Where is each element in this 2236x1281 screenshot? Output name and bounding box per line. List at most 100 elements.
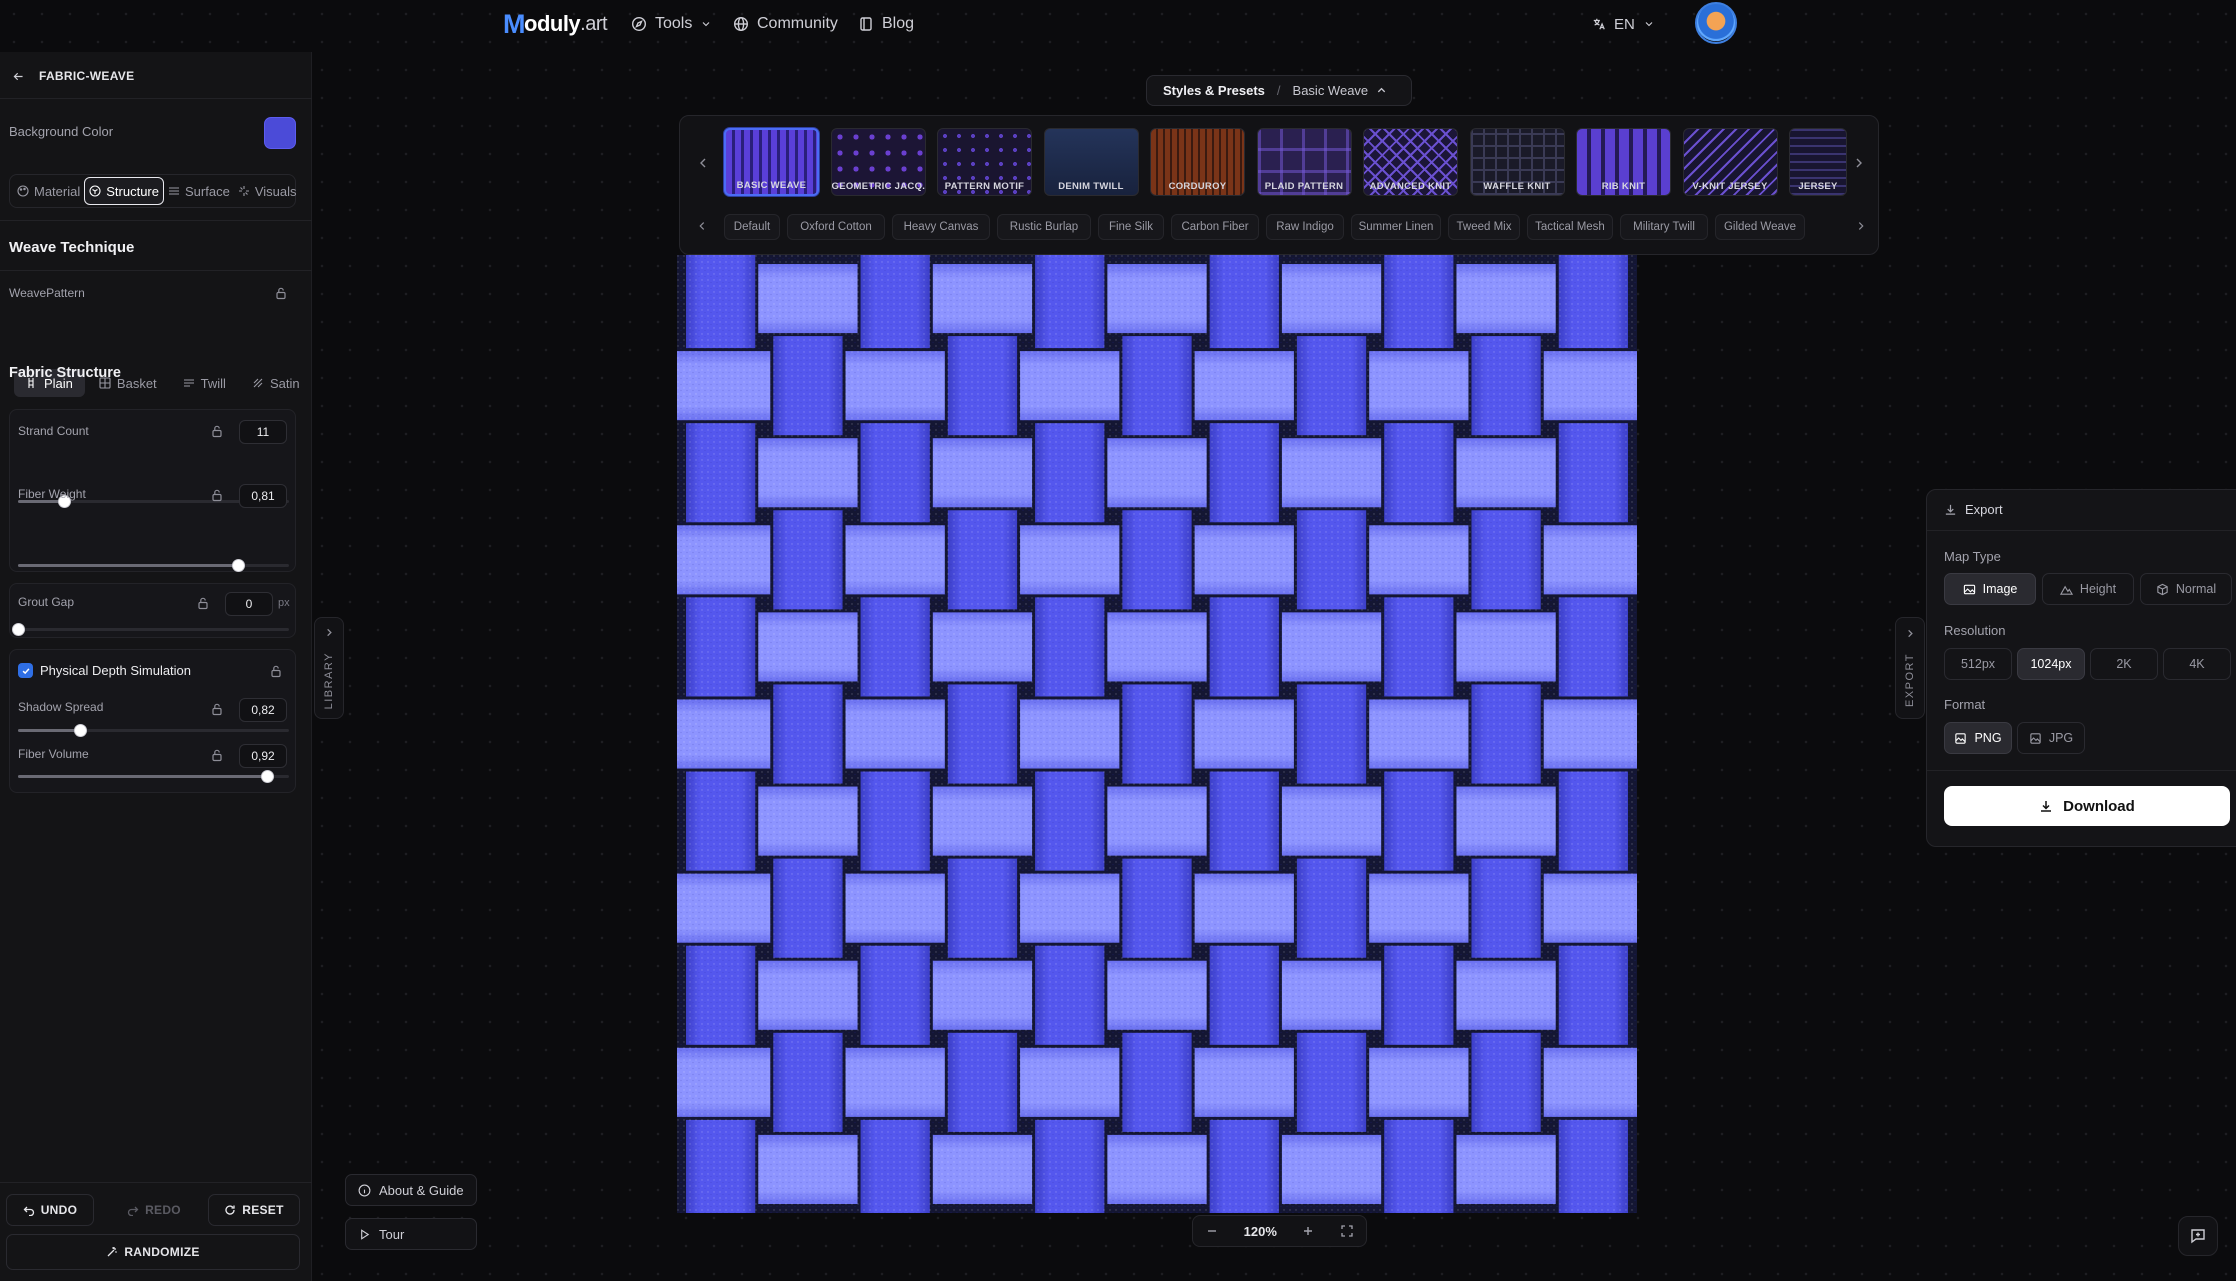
strand-count-input[interactable]: 11 [239,420,287,444]
chevron-right-icon [324,627,335,638]
tab-surface[interactable]: Surface [164,177,234,205]
preset-chip[interactable]: Gilded Weave [1715,214,1805,240]
about-guide-button[interactable]: About & Guide [345,1174,477,1206]
fiber-weight-slider[interactable] [18,559,289,572]
style-thumb[interactable]: RIB KNIT [1576,128,1671,196]
nav-community[interactable]: Community [733,10,838,38]
preset-chip[interactable]: Summer Linen [1351,214,1441,240]
preset-chip[interactable]: Default [724,214,780,240]
style-thumb[interactable]: PLAID PATTERN [1256,128,1352,196]
grout-gap-slider[interactable] [12,623,289,636]
zoom-level: 120% [1243,1223,1277,1239]
tab-material-label: Material [34,183,81,199]
fullscreen-button[interactable] [1340,1224,1354,1238]
format-png[interactable]: PNG [1944,722,2012,754]
map-type-image[interactable]: Image [1944,573,2036,605]
depth-checkbox[interactable] [18,663,33,678]
undo-button[interactable]: UNDO [6,1194,94,1226]
styles-breadcrumb[interactable]: Styles & Presets / Basic Weave [1146,75,1412,106]
lock-icon[interactable] [269,664,283,678]
tab-structure[interactable]: Structure [84,177,164,205]
style-thumb-label: JERSEY [1798,181,1838,192]
chevron-left-icon[interactable] [696,220,710,234]
style-thumb[interactable]: BASIC WEAVE [724,128,819,196]
pattern-twill[interactable]: Twill [171,369,238,397]
divider [1927,770,2236,771]
map-type-height[interactable]: Height [2042,573,2134,605]
grout-gap-input[interactable]: 0 [225,592,273,616]
style-thumb[interactable]: WAFFLE KNIT [1469,128,1565,196]
slider-thumb[interactable] [261,770,274,783]
tab-surface-label: Surface [185,183,230,199]
resolution-2k[interactable]: 2K [2090,648,2158,680]
resolution-1024[interactable]: 1024px [2017,648,2085,680]
logo[interactable]: Moduly .art [503,8,608,40]
redo-button[interactable]: REDO [110,1194,198,1226]
download-button[interactable]: Download [1944,786,2230,826]
shadow-spread-slider[interactable] [18,724,289,737]
slider-thumb[interactable] [12,623,25,636]
library-handle[interactable]: LIBRARY [314,617,344,719]
chevron-left-icon[interactable] [696,156,710,170]
lock-icon[interactable] [196,596,210,610]
preset-chip[interactable]: Carbon Fiber [1171,214,1259,240]
style-thumb[interactable]: PATTERN MOTIF [937,128,1032,196]
nav-blog[interactable]: Blog [858,10,914,38]
fiber-weight-input[interactable]: 0,81 [239,484,287,508]
zoom-in-button[interactable] [1301,1224,1315,1238]
nav-tools-label: Tools [655,15,693,32]
preset-chip[interactable]: Raw Indigo [1266,214,1344,240]
lock-icon[interactable] [210,424,224,438]
resolution-512[interactable]: 512px [1944,648,2012,680]
tab-visuals[interactable]: Visuals [234,177,301,205]
pattern-satin[interactable]: Satin [240,369,312,397]
preset-chip[interactable]: Heavy Canvas [892,214,990,240]
fiber-volume-slider[interactable] [18,770,289,783]
chevron-right-icon[interactable] [1852,156,1866,170]
lock-icon[interactable] [274,286,288,300]
style-thumb[interactable]: JERSEY [1789,128,1847,196]
lock-icon[interactable] [210,748,224,762]
bg-color-swatch[interactable] [264,117,296,149]
avatar[interactable] [1695,2,1737,44]
language-selector[interactable]: EN [1592,10,1655,38]
map-type-normal[interactable]: Normal [2140,573,2232,605]
magic-wand-icon [106,1246,118,1258]
shadow-spread-input[interactable]: 0,82 [239,698,287,722]
reset-button[interactable]: RESET [208,1194,300,1226]
slider-thumb[interactable] [74,724,87,737]
zoom-out-button[interactable] [1205,1224,1219,1238]
style-thumb[interactable]: GEOMETRIC JACQ... [830,128,926,196]
slider-fill [18,775,267,778]
compass-icon [631,16,647,32]
tab-material[interactable]: Material [13,177,84,205]
feedback-button[interactable] [2178,1216,2218,1256]
download-icon [2039,799,2053,813]
style-thumb[interactable]: V-KNIT JERSEY [1682,128,1778,196]
panel-header[interactable]: FABRIC-WEAVE [12,66,134,86]
preset-chip[interactable]: Rustic Burlap [997,214,1091,240]
preset-chip[interactable]: Tactical Mesh [1527,214,1613,240]
randomize-button[interactable]: RANDOMIZE [6,1234,300,1270]
slider-thumb[interactable] [232,559,245,572]
preset-chip[interactable]: Military Twill [1620,214,1708,240]
tour-button[interactable]: Tour [345,1218,477,1250]
map-type-height-label: Height [2079,582,2117,596]
style-thumb[interactable]: DENIM TWILL [1043,128,1139,196]
lock-icon[interactable] [210,488,224,502]
preset-chip[interactable]: Oxford Cotton [787,214,885,240]
chevron-right-icon[interactable] [1855,220,1869,234]
style-thumb[interactable]: ADVANCED KNIT [1363,128,1458,196]
style-thumb[interactable]: CORDUROY [1150,128,1245,196]
export-handle[interactable]: EXPORT [1895,617,1925,719]
nav-tools[interactable]: Tools [631,10,712,38]
preset-chip[interactable]: Fine Silk [1098,214,1164,240]
lock-icon[interactable] [210,702,224,716]
resolution-4k[interactable]: 4K [2163,648,2231,680]
preset-chip[interactable]: Tweed Mix [1448,214,1520,240]
weave-technique-heading: Weave Technique [9,239,135,256]
bg-color-label: Background Color [9,124,114,139]
fiber-volume-input[interactable]: 0,92 [239,744,287,768]
format-jpg[interactable]: JPG [2017,722,2085,754]
texture-canvas[interactable] [677,255,1637,1213]
